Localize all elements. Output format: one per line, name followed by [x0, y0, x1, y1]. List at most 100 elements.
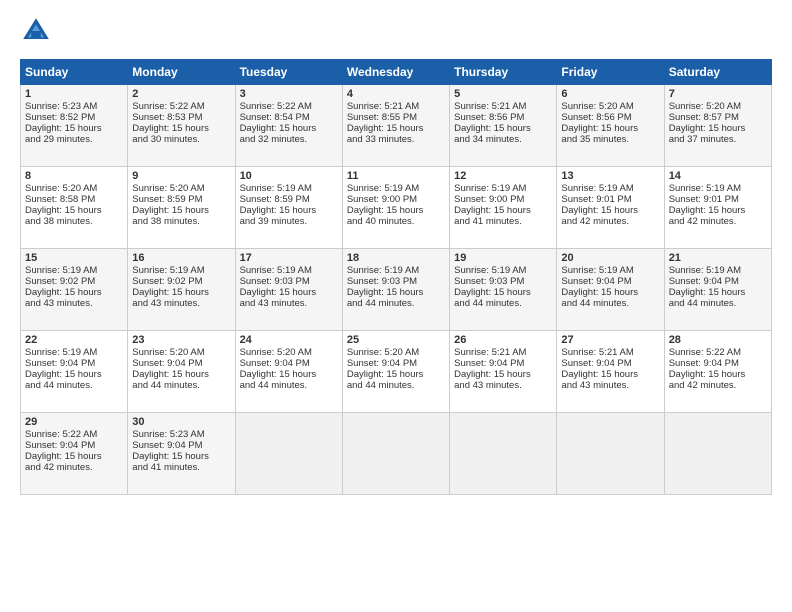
day-info: Sunrise: 5:22 AM — [240, 101, 338, 112]
day-info: Daylight: 15 hours — [132, 369, 230, 380]
table-row: 30Sunrise: 5:23 AMSunset: 9:04 PMDayligh… — [128, 413, 235, 495]
day-number: 3 — [240, 88, 338, 100]
calendar-week-3: 15Sunrise: 5:19 AMSunset: 9:02 PMDayligh… — [21, 249, 772, 331]
day-info: Sunrise: 5:19 AM — [454, 265, 552, 276]
header — [20, 15, 772, 47]
day-info: Sunrise: 5:21 AM — [347, 101, 445, 112]
day-info: Sunrise: 5:23 AM — [132, 429, 230, 440]
day-info: Sunset: 9:01 PM — [561, 194, 659, 205]
header-friday: Friday — [557, 60, 664, 85]
day-number: 6 — [561, 88, 659, 100]
day-number: 23 — [132, 334, 230, 346]
day-info: Daylight: 15 hours — [561, 369, 659, 380]
day-info: and 43 minutes. — [240, 298, 338, 309]
day-number: 8 — [25, 170, 123, 182]
day-number: 11 — [347, 170, 445, 182]
day-info: Daylight: 15 hours — [240, 369, 338, 380]
day-info: Daylight: 15 hours — [132, 451, 230, 462]
day-number: 21 — [669, 252, 767, 264]
day-info: Sunrise: 5:19 AM — [561, 183, 659, 194]
day-info: Sunset: 8:59 PM — [240, 194, 338, 205]
table-row: 4Sunrise: 5:21 AMSunset: 8:55 PMDaylight… — [342, 85, 449, 167]
table-row: 1Sunrise: 5:23 AMSunset: 8:52 PMDaylight… — [21, 85, 128, 167]
table-row: 12Sunrise: 5:19 AMSunset: 9:00 PMDayligh… — [450, 167, 557, 249]
day-info: Sunrise: 5:19 AM — [25, 265, 123, 276]
day-info: Sunrise: 5:19 AM — [669, 183, 767, 194]
table-row — [450, 413, 557, 495]
day-info: and 41 minutes. — [454, 216, 552, 227]
day-info: Sunset: 9:04 PM — [347, 358, 445, 369]
day-info: Daylight: 15 hours — [347, 123, 445, 134]
day-number: 25 — [347, 334, 445, 346]
table-row: 26Sunrise: 5:21 AMSunset: 9:04 PMDayligh… — [450, 331, 557, 413]
day-info: and 35 minutes. — [561, 134, 659, 145]
day-number: 20 — [561, 252, 659, 264]
day-info: Sunrise: 5:20 AM — [669, 101, 767, 112]
day-info: Sunset: 9:04 PM — [25, 440, 123, 451]
day-number: 17 — [240, 252, 338, 264]
day-info: Sunset: 8:56 PM — [454, 112, 552, 123]
table-row: 5Sunrise: 5:21 AMSunset: 8:56 PMDaylight… — [450, 85, 557, 167]
day-info: Sunset: 9:03 PM — [240, 276, 338, 287]
calendar-week-1: 1Sunrise: 5:23 AMSunset: 8:52 PMDaylight… — [21, 85, 772, 167]
day-info: and 44 minutes. — [669, 298, 767, 309]
day-info: Sunrise: 5:19 AM — [25, 347, 123, 358]
day-number: 19 — [454, 252, 552, 264]
day-info: and 38 minutes. — [132, 216, 230, 227]
day-info: and 42 minutes. — [25, 462, 123, 473]
day-info: Daylight: 15 hours — [561, 123, 659, 134]
day-info: Daylight: 15 hours — [240, 123, 338, 134]
day-number: 22 — [25, 334, 123, 346]
day-info: and 42 minutes. — [561, 216, 659, 227]
table-row: 25Sunrise: 5:20 AMSunset: 9:04 PMDayligh… — [342, 331, 449, 413]
day-info: Sunset: 9:04 PM — [669, 276, 767, 287]
day-info: Daylight: 15 hours — [25, 205, 123, 216]
day-info: Sunrise: 5:22 AM — [669, 347, 767, 358]
day-info: Sunrise: 5:21 AM — [454, 101, 552, 112]
day-info: Sunset: 9:01 PM — [669, 194, 767, 205]
day-info: Daylight: 15 hours — [347, 205, 445, 216]
day-info: Sunset: 8:53 PM — [132, 112, 230, 123]
day-number: 5 — [454, 88, 552, 100]
day-number: 4 — [347, 88, 445, 100]
day-number: 24 — [240, 334, 338, 346]
day-info: and 44 minutes. — [25, 380, 123, 391]
table-row: 23Sunrise: 5:20 AMSunset: 9:04 PMDayligh… — [128, 331, 235, 413]
day-info: Daylight: 15 hours — [669, 205, 767, 216]
day-info: Sunrise: 5:20 AM — [132, 347, 230, 358]
day-number: 15 — [25, 252, 123, 264]
day-info: Sunrise: 5:20 AM — [132, 183, 230, 194]
day-info: Daylight: 15 hours — [240, 205, 338, 216]
day-info: and 44 minutes. — [454, 298, 552, 309]
day-info: Sunset: 9:04 PM — [240, 358, 338, 369]
day-number: 2 — [132, 88, 230, 100]
day-info: and 29 minutes. — [25, 134, 123, 145]
page: Sunday Monday Tuesday Wednesday Thursday… — [0, 0, 792, 612]
day-info: Daylight: 15 hours — [669, 123, 767, 134]
day-info: and 44 minutes. — [561, 298, 659, 309]
day-info: and 44 minutes. — [347, 380, 445, 391]
day-info: Sunset: 8:58 PM — [25, 194, 123, 205]
table-row: 29Sunrise: 5:22 AMSunset: 9:04 PMDayligh… — [21, 413, 128, 495]
calendar-table: Sunday Monday Tuesday Wednesday Thursday… — [20, 59, 772, 495]
day-info: Sunrise: 5:19 AM — [132, 265, 230, 276]
table-row: 9Sunrise: 5:20 AMSunset: 8:59 PMDaylight… — [128, 167, 235, 249]
day-number: 14 — [669, 170, 767, 182]
table-row: 6Sunrise: 5:20 AMSunset: 8:56 PMDaylight… — [557, 85, 664, 167]
calendar-week-2: 8Sunrise: 5:20 AMSunset: 8:58 PMDaylight… — [21, 167, 772, 249]
day-info: Sunrise: 5:19 AM — [347, 265, 445, 276]
weekday-header-row: Sunday Monday Tuesday Wednesday Thursday… — [21, 60, 772, 85]
day-info: Sunset: 9:04 PM — [25, 358, 123, 369]
day-info: Sunset: 9:02 PM — [132, 276, 230, 287]
table-row: 18Sunrise: 5:19 AMSunset: 9:03 PMDayligh… — [342, 249, 449, 331]
day-info: and 43 minutes. — [132, 298, 230, 309]
table-row: 20Sunrise: 5:19 AMSunset: 9:04 PMDayligh… — [557, 249, 664, 331]
table-row — [664, 413, 771, 495]
day-info: Daylight: 15 hours — [347, 287, 445, 298]
day-info: Daylight: 15 hours — [669, 369, 767, 380]
header-monday: Monday — [128, 60, 235, 85]
day-info: Sunset: 9:04 PM — [454, 358, 552, 369]
day-info: Sunrise: 5:20 AM — [240, 347, 338, 358]
table-row: 7Sunrise: 5:20 AMSunset: 8:57 PMDaylight… — [664, 85, 771, 167]
table-row: 15Sunrise: 5:19 AMSunset: 9:02 PMDayligh… — [21, 249, 128, 331]
